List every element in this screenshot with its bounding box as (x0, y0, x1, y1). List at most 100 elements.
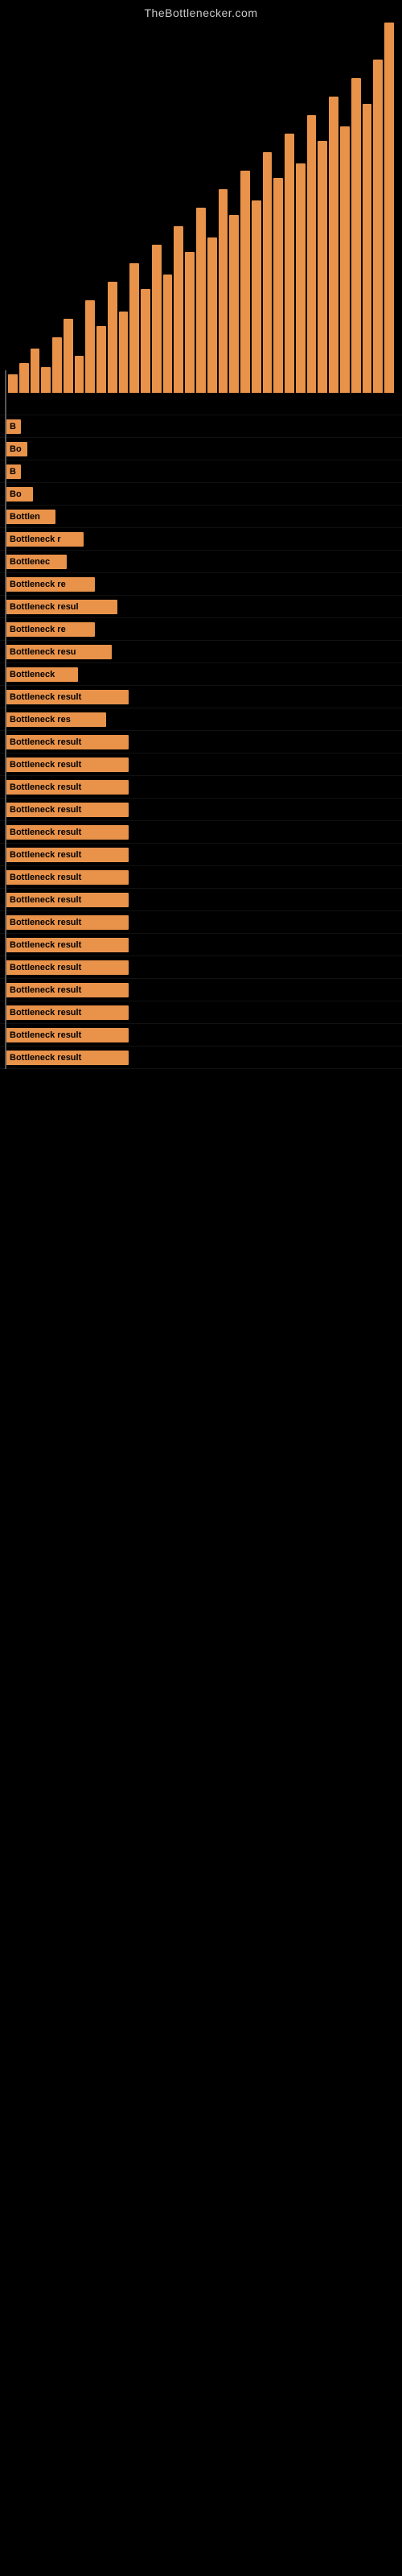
result-label: Bottleneck result (5, 893, 129, 907)
result-item: Bottleneck result (0, 934, 402, 956)
chart-bar (252, 200, 261, 393)
result-item: Bottleneck result (0, 1046, 402, 1069)
result-label: Bottleneck result (5, 690, 129, 704)
chart-bar (19, 363, 29, 393)
chart-bar (351, 78, 361, 393)
chart-bar (8, 374, 18, 393)
result-item: Bottleneck result (0, 911, 402, 934)
result-label: Bottleneck result (5, 1005, 129, 1020)
result-label: Bottleneck result (5, 758, 129, 772)
result-label: Bottleneck result (5, 1028, 129, 1042)
result-item: Bottleneck re (0, 618, 402, 641)
chart-bar (85, 300, 95, 393)
chart-bar (318, 141, 327, 393)
chart-bar (152, 245, 162, 393)
result-item: Bottleneck re (0, 573, 402, 596)
result-item: B (0, 415, 402, 438)
result-item: Bo (0, 438, 402, 460)
chart-bar (108, 282, 117, 393)
result-item: Bottleneck result (0, 979, 402, 1001)
chart-bar (185, 252, 195, 393)
result-item: B (0, 460, 402, 483)
result-item: Bottleneck r (0, 528, 402, 551)
result-item: Bottleneck result (0, 889, 402, 911)
result-label: Bottleneck result (5, 803, 129, 817)
result-label: Bottleneck result (5, 983, 129, 997)
result-item: Bottleneck (0, 663, 402, 686)
chart-bar (384, 23, 394, 393)
result-label: Bottleneck resul (5, 600, 117, 614)
chart-bar (240, 171, 250, 393)
chart-bar (296, 163, 306, 393)
result-label: Bo (5, 442, 27, 456)
result-item: Bottlenec (0, 551, 402, 573)
chart-bar (96, 326, 106, 393)
result-label: B (5, 419, 21, 434)
chart-bar (219, 189, 228, 393)
chart-bar (363, 104, 372, 393)
chart-bar (119, 312, 129, 393)
axis-line (5, 370, 6, 1069)
result-item: Bottleneck res (0, 708, 402, 731)
chart-bar (41, 367, 51, 393)
chart-bar (163, 275, 173, 393)
result-label: Bottleneck resu (5, 645, 112, 659)
result-label: Bottleneck result (5, 960, 129, 975)
result-item: Bottleneck result (0, 821, 402, 844)
result-label: Bottleneck res (5, 712, 106, 727)
result-item: Bottleneck resu (0, 641, 402, 663)
chart-bar (174, 226, 183, 393)
chart-bar (329, 97, 338, 393)
result-label: Bottlenec (5, 555, 67, 569)
site-title: TheBottlenecker.com (0, 0, 402, 23)
chart-bar (141, 289, 150, 393)
result-label: Bottleneck (5, 667, 78, 682)
result-label: Bottleneck result (5, 870, 129, 885)
chart-bar (307, 115, 317, 393)
page-wrapper: TheBottlenecker.com B Bo B Bo Bottlen Bottlen… (0, 0, 402, 1069)
result-label: Bottleneck result (5, 825, 129, 840)
result-label: Bottleneck result (5, 1051, 129, 1065)
result-item: Bottleneck result (0, 1024, 402, 1046)
result-item: Bottleneck resul (0, 596, 402, 618)
chart-bar (207, 237, 217, 393)
chart-bar (52, 337, 62, 393)
result-item: Bottleneck result (0, 844, 402, 866)
result-item: Bottleneck result (0, 776, 402, 799)
chart-bar (273, 178, 283, 393)
result-list: B Bo B Bo Bottlen Bottleneck r Bottlenec Bottle… (0, 393, 402, 1069)
chart-bar (196, 208, 206, 393)
result-item: Bottleneck result (0, 799, 402, 821)
bars-container (0, 23, 402, 393)
chart-bar (31, 349, 40, 393)
result-label: Bottleneck result (5, 780, 129, 795)
result-item: Bottleneck result (0, 956, 402, 979)
chart-bar (373, 60, 383, 393)
result-item: Bottleneck result (0, 753, 402, 776)
result-item: Bottleneck result (0, 686, 402, 708)
result-item: Bottleneck result (0, 731, 402, 753)
result-item: Bottleneck result (0, 1001, 402, 1024)
chart-bar (285, 134, 294, 393)
chart-bar (263, 152, 273, 393)
result-label: Bo (5, 487, 33, 502)
result-label: Bottleneck re (5, 622, 95, 637)
result-item (0, 393, 402, 415)
result-item: Bottlen (0, 506, 402, 528)
result-label: Bottleneck result (5, 938, 129, 952)
chart-area (0, 23, 402, 393)
result-label: Bottlen (5, 510, 55, 524)
chart-bar (129, 263, 139, 393)
result-label: Bottleneck r (5, 532, 84, 547)
chart-bar (229, 215, 239, 393)
result-label: Bottleneck result (5, 915, 129, 930)
chart-bar (75, 356, 84, 393)
result-item: Bo (0, 483, 402, 506)
result-item: Bottleneck result (0, 866, 402, 889)
result-label: Bottleneck result (5, 735, 129, 749)
chart-bar (340, 126, 350, 393)
result-label: Bottleneck result (5, 848, 129, 862)
result-label: B (5, 464, 21, 479)
result-label: Bottleneck re (5, 577, 95, 592)
chart-bar (64, 319, 73, 393)
